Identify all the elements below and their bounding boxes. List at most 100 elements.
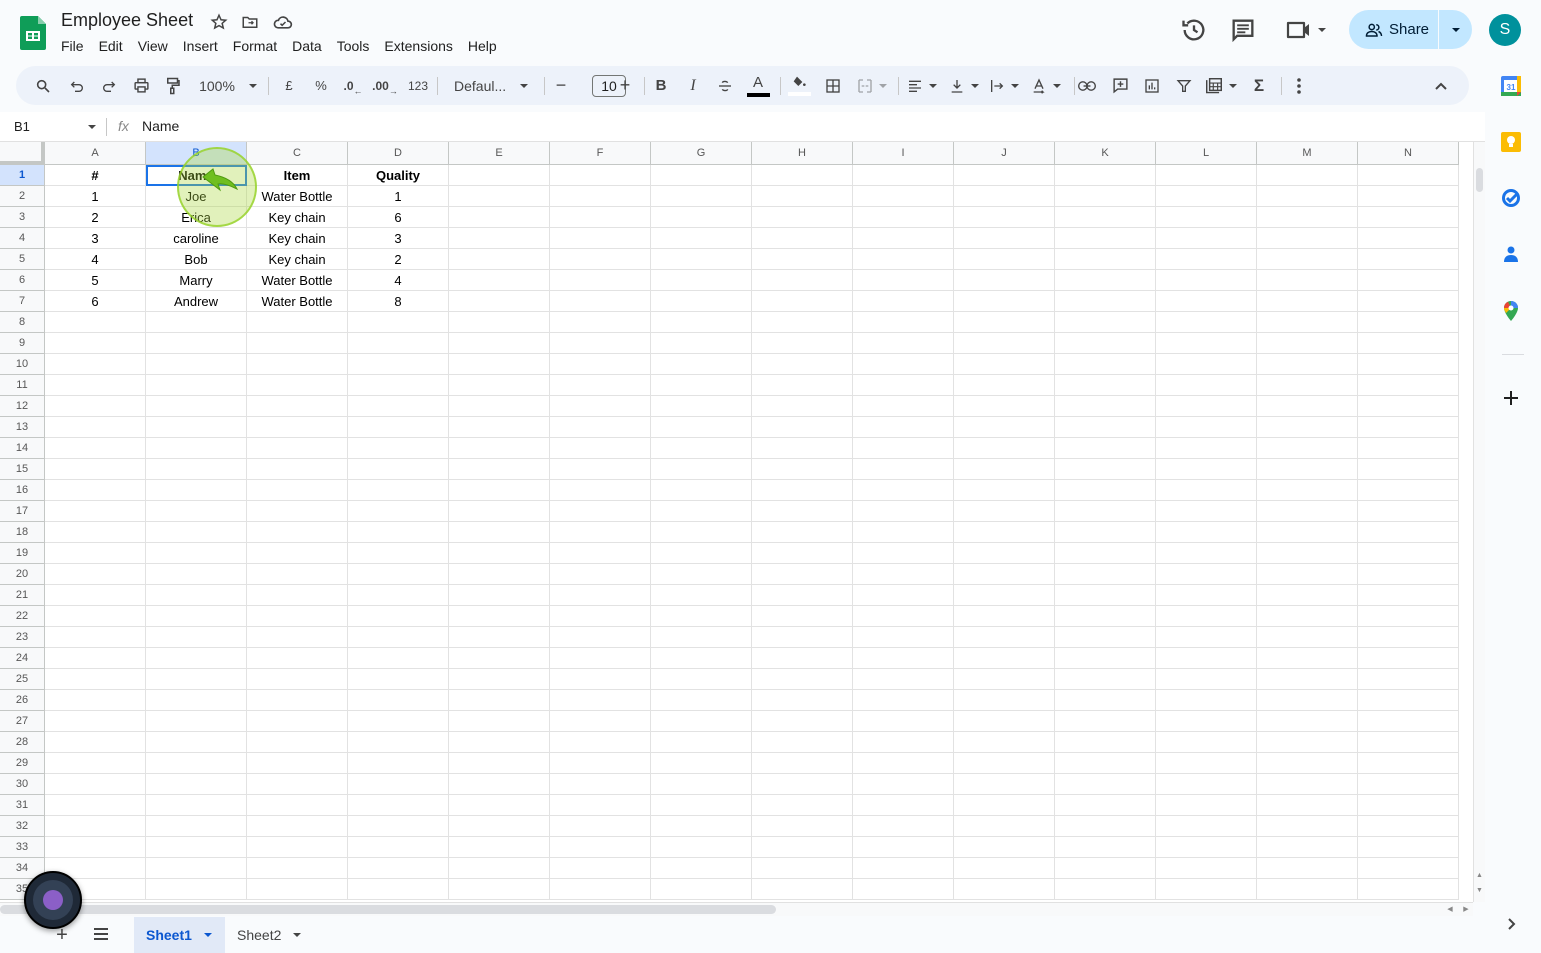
cell-d12[interactable] bbox=[348, 396, 449, 417]
cell-j2[interactable] bbox=[954, 186, 1055, 207]
cell-i26[interactable] bbox=[853, 690, 954, 711]
cell-f31[interactable] bbox=[550, 795, 651, 816]
menu-edit[interactable]: Edit bbox=[99, 38, 131, 54]
text-wrapping-button[interactable] bbox=[986, 66, 1022, 105]
cell-h31[interactable] bbox=[752, 795, 853, 816]
cell-e4[interactable] bbox=[449, 228, 550, 249]
cell-a31[interactable] bbox=[45, 795, 146, 816]
cell-f1[interactable] bbox=[550, 165, 651, 186]
cell-i10[interactable] bbox=[853, 354, 954, 375]
cell-a28[interactable] bbox=[45, 732, 146, 753]
cell-n34[interactable] bbox=[1358, 858, 1459, 879]
cell-f10[interactable] bbox=[550, 354, 651, 375]
cell-k31[interactable] bbox=[1055, 795, 1156, 816]
share-dropdown[interactable] bbox=[1439, 27, 1472, 32]
row-header-7[interactable]: 7 bbox=[0, 291, 45, 312]
cell-k19[interactable] bbox=[1055, 543, 1156, 564]
cell-f27[interactable] bbox=[550, 711, 651, 732]
menu-view[interactable]: View bbox=[138, 38, 176, 54]
cell-b32[interactable] bbox=[146, 816, 247, 837]
decrease-decimal-button[interactable]: .0 ← bbox=[341, 66, 365, 105]
cell-n10[interactable] bbox=[1358, 354, 1459, 375]
cell-j31[interactable] bbox=[954, 795, 1055, 816]
cell-d25[interactable] bbox=[348, 669, 449, 690]
cell-h30[interactable] bbox=[752, 774, 853, 795]
cell-k26[interactable] bbox=[1055, 690, 1156, 711]
cell-g4[interactable] bbox=[651, 228, 752, 249]
format-currency-button[interactable]: £ bbox=[278, 66, 300, 105]
cell-d30[interactable] bbox=[348, 774, 449, 795]
cell-l34[interactable] bbox=[1156, 858, 1257, 879]
cell-a26[interactable] bbox=[45, 690, 146, 711]
cell-m1[interactable] bbox=[1257, 165, 1358, 186]
cell-n14[interactable] bbox=[1358, 438, 1459, 459]
cell-e31[interactable] bbox=[449, 795, 550, 816]
cell-f17[interactable] bbox=[550, 501, 651, 522]
cell-j21[interactable] bbox=[954, 585, 1055, 606]
cell-d31[interactable] bbox=[348, 795, 449, 816]
select-all-corner[interactable] bbox=[0, 142, 45, 165]
cell-c21[interactable] bbox=[247, 585, 348, 606]
cell-i32[interactable] bbox=[853, 816, 954, 837]
text-color-button[interactable]: A bbox=[746, 66, 770, 105]
cell-c30[interactable] bbox=[247, 774, 348, 795]
cell-m30[interactable] bbox=[1257, 774, 1358, 795]
cell-f12[interactable] bbox=[550, 396, 651, 417]
cell-h11[interactable] bbox=[752, 375, 853, 396]
cell-a25[interactable] bbox=[45, 669, 146, 690]
cell-j10[interactable] bbox=[954, 354, 1055, 375]
cell-g21[interactable] bbox=[651, 585, 752, 606]
cell-k8[interactable] bbox=[1055, 312, 1156, 333]
cell-c23[interactable] bbox=[247, 627, 348, 648]
cell-e3[interactable] bbox=[449, 207, 550, 228]
row-header-32[interactable]: 32 bbox=[0, 816, 45, 837]
cell-g22[interactable] bbox=[651, 606, 752, 627]
cell-j32[interactable] bbox=[954, 816, 1055, 837]
cell-e18[interactable] bbox=[449, 522, 550, 543]
cell-l20[interactable] bbox=[1156, 564, 1257, 585]
cell-f13[interactable] bbox=[550, 417, 651, 438]
cell-k15[interactable] bbox=[1055, 459, 1156, 480]
cell-k13[interactable] bbox=[1055, 417, 1156, 438]
cell-a23[interactable] bbox=[45, 627, 146, 648]
cell-c3[interactable]: Key chain bbox=[247, 207, 348, 228]
cell-e11[interactable] bbox=[449, 375, 550, 396]
cell-i9[interactable] bbox=[853, 333, 954, 354]
cell-a18[interactable] bbox=[45, 522, 146, 543]
cell-m13[interactable] bbox=[1257, 417, 1358, 438]
row-header-12[interactable]: 12 bbox=[0, 396, 45, 417]
caret-down-icon[interactable] bbox=[293, 933, 302, 937]
cell-e10[interactable] bbox=[449, 354, 550, 375]
cell-h5[interactable] bbox=[752, 249, 853, 270]
cell-f18[interactable] bbox=[550, 522, 651, 543]
column-header-a[interactable]: A bbox=[45, 142, 146, 165]
cell-k21[interactable] bbox=[1055, 585, 1156, 606]
cell-n2[interactable] bbox=[1358, 186, 1459, 207]
cell-h32[interactable] bbox=[752, 816, 853, 837]
cell-d1[interactable]: Quality bbox=[348, 165, 449, 186]
cell-l12[interactable] bbox=[1156, 396, 1257, 417]
cell-h3[interactable] bbox=[752, 207, 853, 228]
row-header-25[interactable]: 25 bbox=[0, 669, 45, 690]
cell-j14[interactable] bbox=[954, 438, 1055, 459]
row-header-33[interactable]: 33 bbox=[0, 837, 45, 858]
cell-f28[interactable] bbox=[550, 732, 651, 753]
row-header-19[interactable]: 19 bbox=[0, 543, 45, 564]
cell-c27[interactable] bbox=[247, 711, 348, 732]
cell-k29[interactable] bbox=[1055, 753, 1156, 774]
cell-f6[interactable] bbox=[550, 270, 651, 291]
cell-f3[interactable] bbox=[550, 207, 651, 228]
cell-i3[interactable] bbox=[853, 207, 954, 228]
cell-b21[interactable] bbox=[146, 585, 247, 606]
cell-m32[interactable] bbox=[1257, 816, 1358, 837]
cell-j3[interactable] bbox=[954, 207, 1055, 228]
cell-l23[interactable] bbox=[1156, 627, 1257, 648]
cell-l13[interactable] bbox=[1156, 417, 1257, 438]
cell-g28[interactable] bbox=[651, 732, 752, 753]
scroll-right-icon[interactable]: ▶ bbox=[1459, 903, 1473, 916]
show-side-panel-icon[interactable] bbox=[1501, 914, 1525, 938]
cell-e9[interactable] bbox=[449, 333, 550, 354]
cell-b11[interactable] bbox=[146, 375, 247, 396]
cell-a24[interactable] bbox=[45, 648, 146, 669]
vertical-align-button[interactable] bbox=[946, 66, 982, 105]
